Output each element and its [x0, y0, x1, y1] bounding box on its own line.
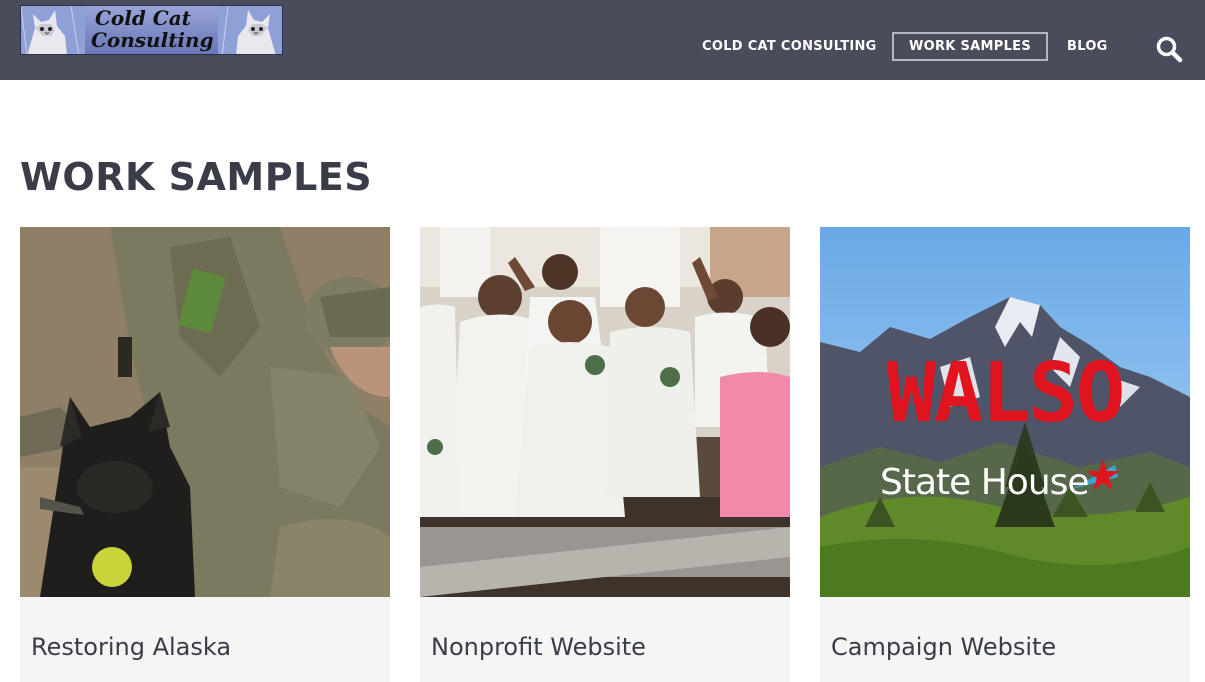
search-icon — [1156, 36, 1183, 63]
logo-line-2: Consulting — [91, 28, 214, 52]
logo-line-1: Cold Cat — [95, 6, 191, 30]
cat-logo-image-right — [218, 6, 282, 54]
soldier-dog-photo — [20, 227, 390, 597]
logo-text: Cold Cat Consulting — [91, 7, 221, 51]
card-title: Nonprofit Website — [431, 633, 646, 661]
campaign-subline: State House — [880, 462, 1090, 503]
nav-item-cold-cat-consulting[interactable]: COLD CAT CONSULTING — [702, 32, 877, 61]
card-title: Restoring Alaska — [31, 633, 232, 661]
work-sample-card-campaign-website[interactable]: WALSO State House Campaign Website — [820, 227, 1190, 682]
cat-logo-image-left — [21, 6, 85, 54]
nav-item-blog[interactable]: BLOG — [1067, 32, 1108, 61]
work-sample-card-nonprofit-website[interactable]: Nonprofit Website — [420, 227, 790, 682]
site-header: Cold Cat Consulting COLD CAT CONSULTING … — [0, 0, 1205, 80]
nav-item-work-samples[interactable]: WORK SAMPLES — [892, 32, 1048, 61]
campaign-headline: WALSO — [886, 346, 1126, 441]
card-image-mountain-campaign-logo: WALSO State House — [820, 227, 1190, 597]
students-photo — [420, 227, 790, 597]
search-button[interactable] — [1155, 35, 1183, 63]
work-sample-card-restoring-alaska[interactable]: Restoring Alaska — [20, 227, 390, 682]
page-title: WORK SAMPLES — [20, 155, 373, 199]
site-logo[interactable]: Cold Cat Consulting — [20, 5, 283, 55]
card-image-students-celebrating — [420, 227, 790, 597]
card-image-soldier-and-dog — [20, 227, 390, 597]
card-title: Campaign Website — [831, 633, 1057, 661]
